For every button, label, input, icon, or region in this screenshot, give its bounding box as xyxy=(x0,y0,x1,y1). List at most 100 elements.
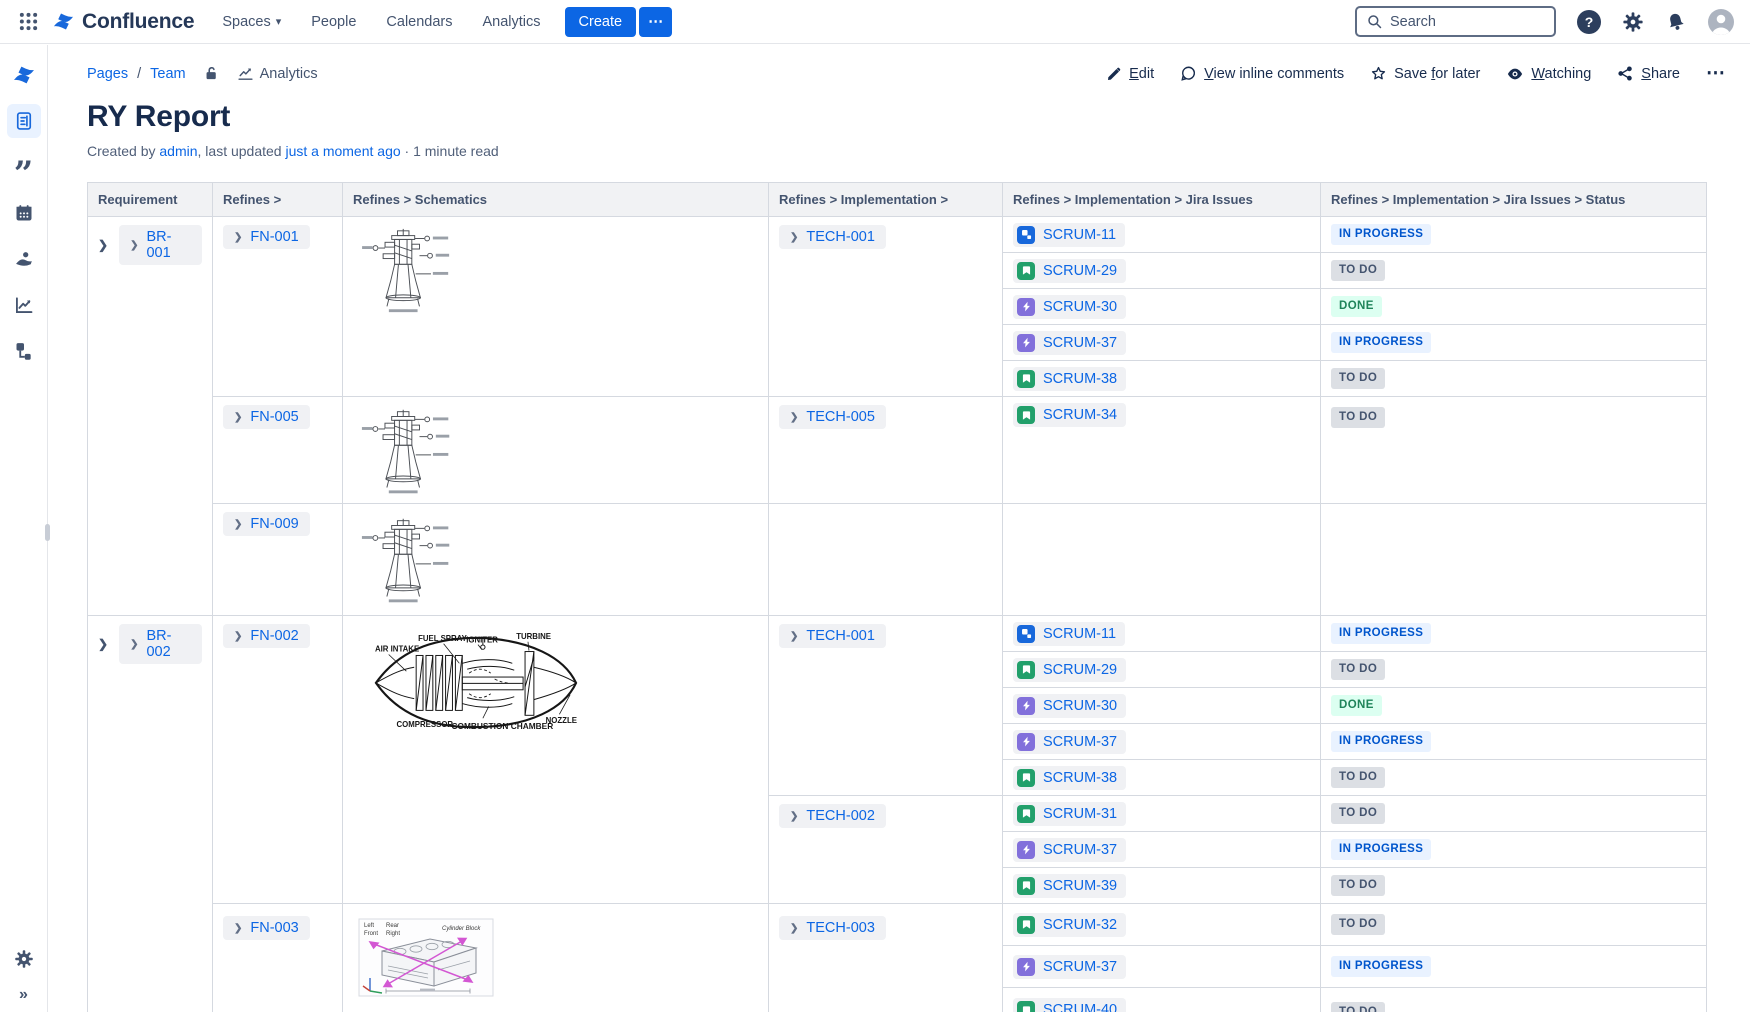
watching-button[interactable]: Watching xyxy=(1506,65,1591,83)
jira-issue-pill[interactable]: SCRUM-11 xyxy=(1013,622,1125,646)
fn-pill[interactable]: ❯FN-009 xyxy=(223,512,310,536)
jira-issue-pill[interactable]: SCRUM-31 xyxy=(1013,802,1126,826)
nav-spaces[interactable]: Spaces ▾ xyxy=(222,14,281,30)
sidebar-item-pages[interactable] xyxy=(7,104,41,138)
engine-block-schematic-image[interactable]: Left Rear Front Right Cylinder Block xyxy=(358,918,494,997)
jira-issue-pill[interactable]: SCRUM-11 xyxy=(1013,223,1125,247)
tech-pill[interactable]: ❯TECH-001 xyxy=(779,624,886,648)
nav-analytics[interactable]: Analytics xyxy=(483,14,541,30)
search-input[interactable] xyxy=(1390,14,1530,30)
chevron-right-icon: ❯ xyxy=(234,631,242,642)
share-button[interactable]: Share xyxy=(1617,65,1680,82)
jira-issue-cell: SCRUM-32 xyxy=(1003,904,1321,946)
rocket-schematic-image[interactable] xyxy=(360,516,456,606)
person-icon xyxy=(1708,9,1734,35)
chevron-right-icon: ❯ xyxy=(234,412,242,423)
jira-issue-pill[interactable]: SCRUM-37 xyxy=(1013,730,1126,754)
view-inline-comments-button[interactable]: View inline comments xyxy=(1180,65,1344,82)
sidebar-item-blog[interactable]: ” xyxy=(7,150,41,184)
jira-issue-cell: SCRUM-11 xyxy=(1003,616,1321,652)
brand-wordmark: Confluence xyxy=(82,10,194,34)
requirement-cell: ❯ ❯BR-002 xyxy=(88,616,213,1012)
sidebar-expand-icon[interactable]: » xyxy=(19,986,28,1004)
calendar-icon xyxy=(14,203,34,223)
fn-pill[interactable]: ❯FN-001 xyxy=(223,225,310,249)
sidebar-item-space-activity[interactable] xyxy=(7,242,41,276)
jira-issue-pill[interactable]: SCRUM-38 xyxy=(1013,367,1126,391)
chevron-right-icon: ❯ xyxy=(790,631,798,642)
jira-issue-cell: SCRUM-30 xyxy=(1003,289,1321,325)
sidebar-resize-handle[interactable] xyxy=(45,524,50,541)
nav-people[interactable]: People xyxy=(311,14,356,30)
jira-issue-pill[interactable]: SCRUM-37 xyxy=(1013,331,1126,355)
jira-story-icon xyxy=(1017,1001,1035,1012)
requirement-pill[interactable]: ❯BR-001 xyxy=(119,225,202,265)
jira-issue-pill[interactable]: SCRUM-30 xyxy=(1013,694,1126,718)
page-title: RY Report xyxy=(87,100,1726,134)
eye-icon xyxy=(1506,65,1524,83)
nav-calendars[interactable]: Calendars xyxy=(386,14,452,30)
expand-chevron-icon[interactable]: ❯ xyxy=(98,238,108,252)
jira-epic-icon xyxy=(1017,958,1035,976)
fn-pill[interactable]: ❯FN-002 xyxy=(223,624,310,648)
sidebar-item-page-tree[interactable] xyxy=(7,334,41,368)
jira-epic-icon xyxy=(1017,841,1035,859)
status-badge: TO DO xyxy=(1331,260,1385,281)
expand-chevron-icon[interactable]: ❯ xyxy=(98,637,108,651)
jira-issue-pill[interactable]: SCRUM-37 xyxy=(1013,955,1126,979)
sidebar-item-calendar[interactable] xyxy=(7,196,41,230)
jira-story-icon xyxy=(1017,661,1035,679)
status-cell: TO DO xyxy=(1321,796,1707,832)
tech-pill[interactable]: ❯TECH-005 xyxy=(779,405,886,429)
tech-pill[interactable]: ❯TECH-002 xyxy=(779,804,886,828)
rocket-schematic-image[interactable] xyxy=(360,227,456,315)
requirement-pill[interactable]: ❯BR-002 xyxy=(119,624,202,664)
save-for-later-button[interactable]: Save for later xyxy=(1370,65,1480,82)
author-link[interactable]: admin xyxy=(159,143,197,159)
app-switcher-icon[interactable] xyxy=(14,8,42,36)
tech-pill[interactable]: ❯TECH-001 xyxy=(779,225,886,249)
help-button[interactable]: ? xyxy=(1577,10,1601,34)
jet-engine-schematic-image[interactable]: AIR INTAKE FUEL SPRAY IGNITER TURBINE CO… xyxy=(373,628,579,731)
jira-issue-pill[interactable]: SCRUM-32 xyxy=(1013,913,1126,937)
jira-issue-pill[interactable]: SCRUM-38 xyxy=(1013,766,1126,790)
jira-issue-pill[interactable]: SCRUM-37 xyxy=(1013,838,1126,862)
breadcrumb-team[interactable]: Team xyxy=(150,66,185,82)
page-more-button[interactable]: ⋯ xyxy=(1706,62,1726,85)
jira-issue-pill[interactable]: SCRUM-29 xyxy=(1013,658,1126,682)
person-meditating-icon xyxy=(13,249,34,270)
search-box[interactable] xyxy=(1355,6,1556,37)
refines-cell: ❯FN-009 xyxy=(213,504,343,616)
fn-pill[interactable]: ❯FN-003 xyxy=(223,916,310,940)
breadcrumb-pages[interactable]: Pages xyxy=(87,66,128,82)
notifications-button[interactable] xyxy=(1665,11,1687,33)
jira-issue-pill[interactable]: SCRUM-29 xyxy=(1013,259,1126,283)
chevron-right-icon: ❯ xyxy=(130,240,138,251)
jira-issue-pill[interactable]: SCRUM-34 xyxy=(1013,403,1126,427)
last-updated-link[interactable]: just a moment ago xyxy=(285,143,400,159)
page-analytics-button[interactable]: Analytics xyxy=(237,65,318,82)
sidebar-settings-button[interactable] xyxy=(7,942,41,976)
jet-label-nozzle: NOZZLE xyxy=(546,716,577,725)
user-avatar[interactable] xyxy=(1708,9,1734,35)
create-more-button[interactable]: ⋯ xyxy=(639,7,672,37)
settings-button[interactable] xyxy=(1622,11,1644,33)
edit-button[interactable]: Edit xyxy=(1106,66,1154,82)
jira-issue-pill[interactable]: SCRUM-30 xyxy=(1013,295,1126,319)
table-row: ❯FN-005 ❯TECH-005 SCRUM-34 TO DO xyxy=(88,397,1707,504)
confluence-logo[interactable]: Confluence xyxy=(52,10,194,34)
restrictions-button[interactable] xyxy=(203,65,220,82)
rocket-schematic-image[interactable] xyxy=(360,407,456,497)
tech-pill[interactable]: ❯TECH-003 xyxy=(779,916,886,940)
sidebar-item-analytics[interactable] xyxy=(7,288,41,322)
requirement-cell: ❯ ❯BR-001 xyxy=(88,217,213,616)
line-chart-icon xyxy=(14,295,34,315)
fn-pill[interactable]: ❯FN-005 xyxy=(223,405,310,429)
create-button[interactable]: Create xyxy=(565,7,637,37)
jira-issue-pill[interactable]: SCRUM-40 xyxy=(1013,998,1126,1012)
jira-subtask-icon xyxy=(1017,226,1035,244)
jira-issue-cell-empty xyxy=(1003,504,1321,616)
jira-issue-pill[interactable]: SCRUM-39 xyxy=(1013,874,1126,898)
status-badge: TO DO xyxy=(1331,368,1385,389)
space-logo[interactable] xyxy=(12,63,36,92)
